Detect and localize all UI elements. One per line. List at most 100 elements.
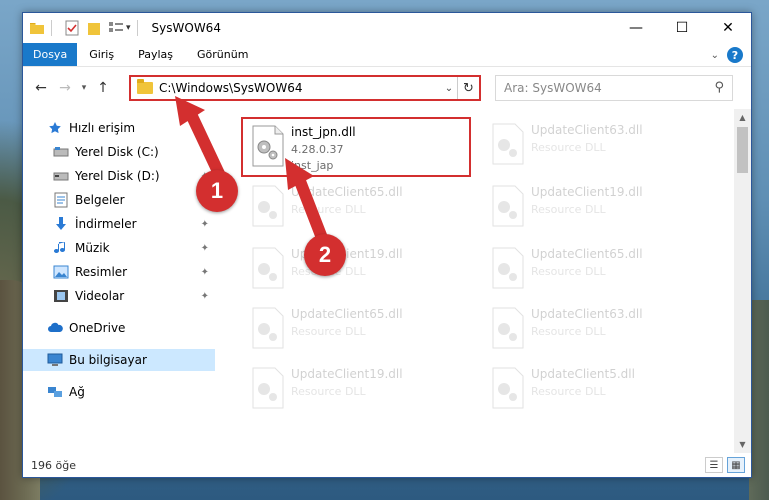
drive-icon: [53, 144, 69, 160]
sidebar-item-label: İndirmeler: [75, 217, 137, 231]
vertical-scrollbar[interactable]: ▲ ▼: [734, 109, 751, 453]
file-name: UpdateClient5.dll: [531, 367, 635, 381]
sidebar-item-videos[interactable]: Videolar ✦: [53, 285, 213, 307]
file-item[interactable]: UpdateClient19.dll Resource DLL: [243, 241, 473, 301]
item-count: 196 öğe: [31, 458, 76, 472]
dll-file-icon: [251, 307, 285, 349]
file-item[interactable]: UpdateClient65.dll Resource DLL: [243, 179, 473, 239]
sidebar-item-this-pc[interactable]: Bu bilgisayar: [23, 349, 215, 371]
pin-icon[interactable]: ✦: [201, 219, 209, 230]
file-item[interactable]: UpdateClient19.dll Resource DLL: [243, 361, 473, 421]
sidebar-item-label: Belgeler: [75, 193, 125, 207]
sidebar-item-quick-access[interactable]: Hızlı erişim: [47, 117, 135, 139]
drive-icon: [53, 168, 69, 184]
tab-dosya[interactable]: Dosya: [23, 43, 78, 66]
close-button[interactable]: ✕: [705, 13, 751, 43]
tiles-view-icon[interactable]: ▦: [727, 457, 745, 473]
file-description: Resource DLL: [291, 325, 366, 338]
dll-file-icon: [491, 247, 525, 289]
file-description: Resource DLL: [291, 203, 366, 216]
file-item[interactable]: UpdateClient63.dll Resource DLL: [483, 301, 713, 361]
sidebar-item-local-disk-c[interactable]: Yerel Disk (C:) ✦: [53, 141, 213, 163]
file-name: UpdateClient65.dll: [531, 247, 643, 261]
dll-file-icon: [251, 125, 285, 167]
file-item[interactable]: UpdateClient19.dll Resource DLL: [483, 179, 713, 239]
sidebar-item-network[interactable]: Ağ: [47, 381, 85, 403]
step-badge-2: 2: [304, 234, 346, 276]
view-options-icon[interactable]: [108, 20, 124, 36]
file-name: UpdateClient19.dll: [291, 367, 403, 381]
scroll-down-icon[interactable]: ▼: [734, 436, 751, 453]
view-buttons: ☰ ▦: [705, 457, 745, 473]
cloud-icon: [47, 320, 63, 336]
ribbon-right: ⌄ ?: [711, 43, 743, 67]
sidebar-item-label: Videolar: [75, 289, 125, 303]
file-name: inst_jpn.dll: [291, 125, 356, 139]
address-bar[interactable]: C:\Windows\SysWOW64 ⌄ ↻: [129, 75, 481, 101]
sidebar-item-label: Resimler: [75, 265, 128, 279]
computer-icon: [47, 352, 63, 368]
address-row: ← → ▾ ↑ C:\Windows\SysWOW64 ⌄ ↻ Ara: Sys…: [23, 67, 751, 109]
tab-paylas[interactable]: Paylaş: [126, 43, 185, 66]
folder-icon: [29, 20, 45, 36]
forward-arrow-icon[interactable]: →: [53, 80, 77, 96]
file-item[interactable]: UpdateClient65.dll Resource DLL: [243, 301, 473, 361]
minimize-button[interactable]: —: [613, 13, 659, 43]
file-item-inst-jpn[interactable]: inst_jpn.dll 4.28.0.37 inst_jap: [241, 117, 471, 177]
sidebar-item-documents[interactable]: Belgeler ✦: [53, 189, 213, 211]
separator: [136, 20, 138, 36]
sidebar-item-label: Müzik: [75, 241, 110, 255]
sidebar-item-local-disk-d[interactable]: Yerel Disk (D:) ✦: [53, 165, 213, 187]
file-description: Resource DLL: [291, 385, 366, 398]
scroll-thumb[interactable]: [737, 127, 748, 173]
pin-icon[interactable]: ✦: [201, 147, 209, 158]
content-area: Hızlı erişim Yerel Disk (C:) ✦ Yerel Dis…: [23, 109, 751, 453]
star-icon: [47, 120, 63, 136]
sidebar-item-downloads[interactable]: İndirmeler ✦: [53, 213, 213, 235]
address-path[interactable]: C:\Windows\SysWOW64: [159, 81, 441, 95]
pin-icon[interactable]: ✦: [201, 291, 209, 302]
search-input[interactable]: Ara: SysWOW64 ⚲: [495, 75, 733, 101]
new-folder-icon[interactable]: [86, 20, 102, 36]
sidebar-item-label: Yerel Disk (D:): [75, 169, 160, 183]
pictures-icon: [53, 264, 69, 280]
up-arrow-icon[interactable]: ↑: [91, 80, 115, 96]
tab-gorunum[interactable]: Görünüm: [185, 43, 260, 66]
file-item[interactable]: UpdateClient65.dll Resource DLL: [483, 241, 713, 301]
properties-icon[interactable]: [64, 20, 80, 36]
folder-icon: [137, 79, 153, 94]
file-description: Resource DLL: [531, 203, 606, 216]
window-title: SysWOW64: [151, 21, 221, 35]
sidebar-item-pictures[interactable]: Resimler ✦: [53, 261, 213, 283]
wallpaper-rock-right: [749, 300, 769, 500]
search-placeholder: Ara: SysWOW64: [504, 81, 602, 95]
file-explorer-window: ▾ SysWOW64 — ☐ ✕ Dosya Giriş Paylaş Görü…: [22, 12, 752, 478]
file-item[interactable]: UpdateClient63.dll Resource DLL: [483, 117, 713, 177]
pin-icon[interactable]: ✦: [201, 243, 209, 254]
file-name: UpdateClient65.dll: [291, 185, 403, 199]
refresh-icon[interactable]: ↻: [457, 77, 479, 99]
quick-access-dropdown-icon[interactable]: ▾: [126, 23, 131, 33]
tab-giris[interactable]: Giriş: [77, 43, 126, 66]
search-icon[interactable]: ⚲: [714, 80, 724, 95]
sidebar-item-label: Ağ: [69, 385, 85, 399]
dll-file-icon: [491, 307, 525, 349]
help-icon[interactable]: ?: [727, 47, 743, 63]
scroll-up-icon[interactable]: ▲: [734, 109, 751, 126]
expand-ribbon-icon[interactable]: ⌄: [711, 50, 719, 61]
sidebar-item-label: Yerel Disk (C:): [75, 145, 159, 159]
file-description: inst_jap: [291, 159, 334, 172]
dll-file-icon: [251, 367, 285, 409]
recent-locations-icon[interactable]: ▾: [77, 83, 91, 93]
pin-icon[interactable]: ✦: [201, 267, 209, 278]
details-view-icon[interactable]: ☰: [705, 457, 723, 473]
dll-file-icon: [491, 367, 525, 409]
sidebar-item-onedrive[interactable]: OneDrive: [47, 317, 125, 339]
file-item[interactable]: UpdateClient5.dll Resource DLL: [483, 361, 713, 421]
maximize-button[interactable]: ☐: [659, 13, 705, 43]
back-arrow-icon[interactable]: ←: [29, 80, 53, 96]
address-dropdown-icon[interactable]: ⌄: [441, 83, 457, 94]
window-controls: — ☐ ✕: [613, 13, 751, 43]
sidebar-item-music[interactable]: Müzik ✦: [53, 237, 213, 259]
file-name: UpdateClient19.dll: [531, 185, 643, 199]
